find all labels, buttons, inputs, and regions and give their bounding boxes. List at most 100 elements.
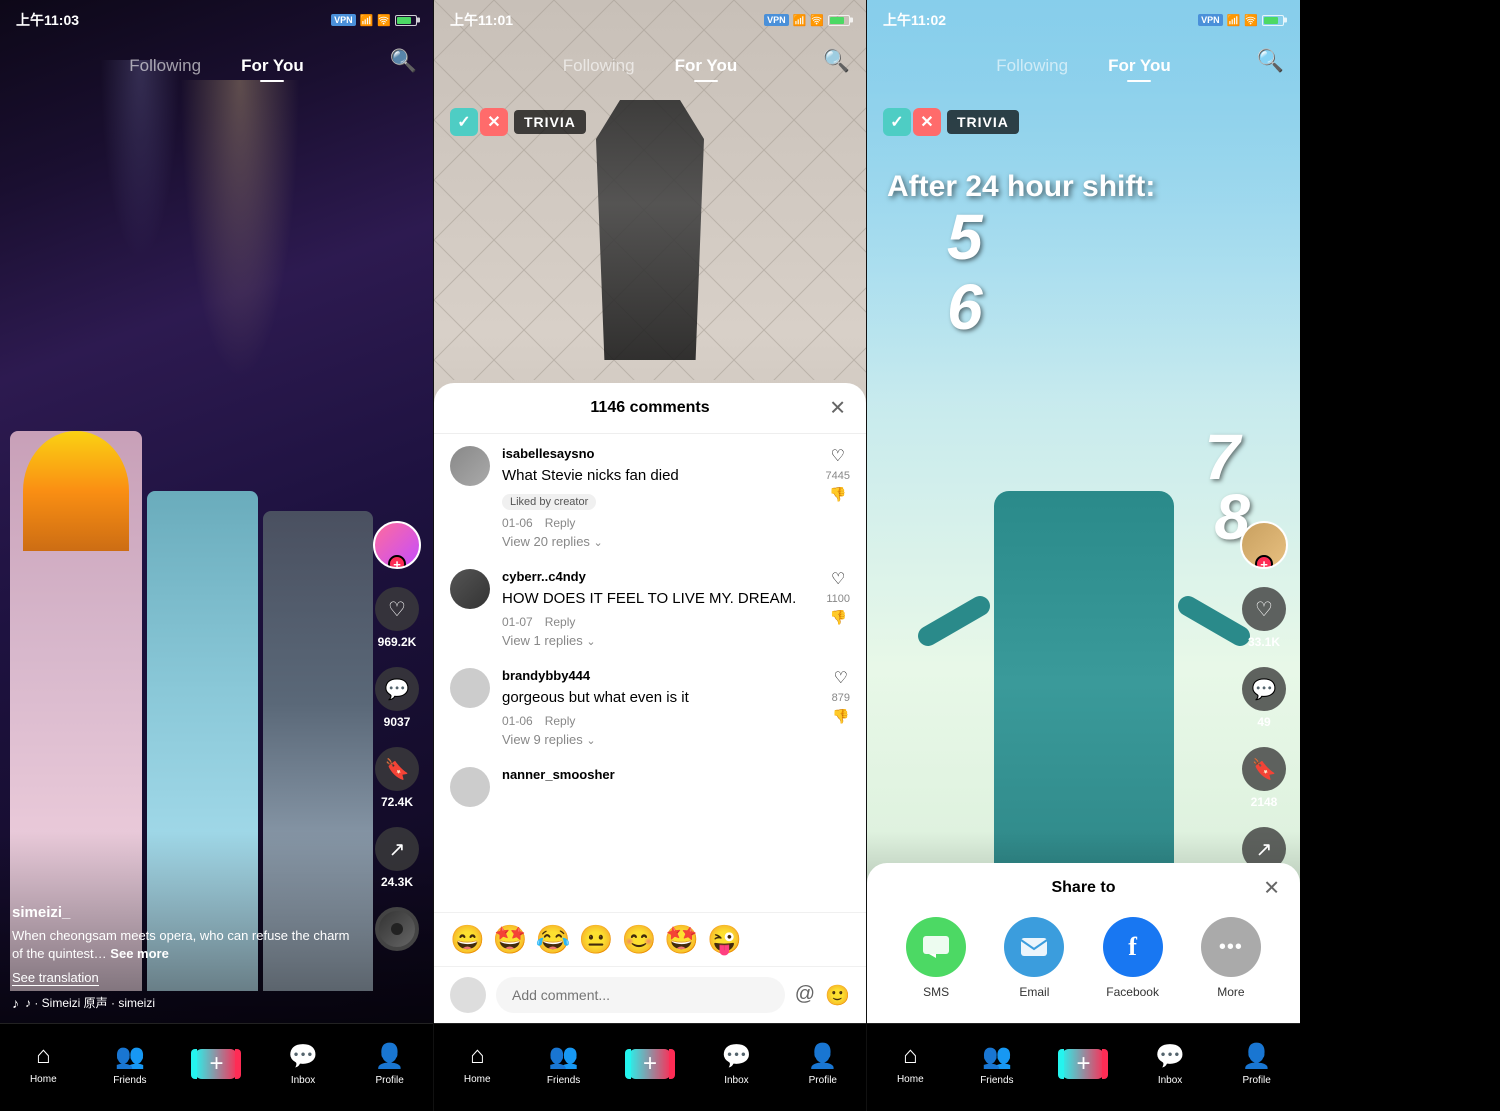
at-icon[interactable]: @ [795,983,815,1008]
action-share-1[interactable]: ↗ 24.3K [375,827,419,889]
nav-tabs-1: Following For You [0,40,433,92]
comment-username-1[interactable]: isabellesaysno [502,446,814,461]
description-1: When cheongsam meets opera, who can refu… [12,927,363,963]
see-translation-1[interactable]: See translation [12,970,99,986]
comment-text-3: gorgeous but what even is it [502,687,820,708]
comment-text-2: HOW DOES IT FEEL TO LIVE MY. DREAM. [502,588,814,609]
emoji-6[interactable]: 🤩 [664,923,699,956]
nav-home-2[interactable]: ⌂ Home [434,1042,520,1093]
plus-button-3[interactable]: + [1061,1049,1105,1079]
emoji-4[interactable]: 😐 [579,923,614,956]
search-icon-3[interactable]: 🔍 [1257,48,1284,74]
comments-close-button[interactable]: ✕ [829,396,846,421]
vpn-badge-2: VPN [764,14,789,26]
home-label-2: Home [464,1074,491,1085]
emoji-7[interactable]: 😜 [707,923,742,956]
action-comment-1[interactable]: 💬 9037 [375,667,419,729]
comment-username-2[interactable]: cyberr..c4ndy [502,569,814,584]
action-save-3[interactable]: 🔖 2148 [1242,747,1286,809]
nav-inbox-1[interactable]: 💬 Inbox [260,1042,347,1094]
action-save-1[interactable]: 🔖 72.4K [375,747,419,809]
nav-profile-3[interactable]: 👤 Profile [1213,1042,1300,1094]
plus-button-2[interactable]: + [628,1049,672,1079]
nav-inbox-2[interactable]: 💬 Inbox [693,1042,779,1094]
profile-label-3: Profile [1242,1075,1270,1086]
emoji-input-icon[interactable]: 🙂 [825,983,850,1008]
view-replies-2[interactable]: View 1 replies ⌄ [502,633,814,648]
nav-friends-1[interactable]: 👥 Friends [87,1042,174,1094]
share-more[interactable]: ••• More [1201,917,1261,999]
heart-icon-1[interactable]: ♡ [831,446,845,466]
emoji-2[interactable]: 🤩 [493,923,528,956]
emoji-3[interactable]: 😂 [536,923,571,956]
action-like-3[interactable]: ♡ 33.1K [1242,587,1286,649]
number-6: 6 [947,270,983,344]
nav-plus-3[interactable]: + [1040,1049,1127,1087]
arm-left [914,592,993,649]
action-avatar-3[interactable]: + [1240,521,1288,569]
comment-reply-3[interactable]: Reply [545,714,576,728]
nav-plus-2[interactable]: + [607,1049,693,1087]
heart-icon-2[interactable]: ♡ [831,569,845,589]
emoji-1[interactable]: 😄 [450,923,485,956]
comment-username-4[interactable]: nanner_smoosher [502,767,850,782]
emoji-5[interactable]: 😊 [622,923,657,956]
signal-icon: 📶 [360,14,374,27]
nav-profile-1[interactable]: 👤 Profile [346,1042,433,1094]
nav-friends-2[interactable]: 👥 Friends [520,1042,606,1094]
action-like-1[interactable]: ♡ 969.2K [375,587,419,649]
tab-foryou-2[interactable]: For You [655,48,758,84]
username-1[interactable]: simeizi_ [12,904,363,921]
view-replies-3[interactable]: View 9 replies ⌄ [502,732,820,747]
comments-panel: 1146 comments ✕ isabellesaysno What Stev… [434,383,866,1023]
search-icon-1[interactable]: 🔍 [390,48,417,74]
signal-icon-2: 📶 [793,14,807,27]
heart-icon-3[interactable]: ♡ [834,668,848,688]
dislike-icon-1[interactable]: 👎 [829,486,846,503]
share-facebook[interactable]: f Facebook [1103,917,1163,999]
tab-foryou-3[interactable]: For You [1088,48,1191,84]
nav-plus-1[interactable]: + [173,1049,260,1087]
inbox-label: Inbox [291,1075,315,1086]
nav-inbox-3[interactable]: 💬 Inbox [1127,1042,1214,1094]
battery-icon [395,15,417,26]
tab-following-2[interactable]: Following [543,48,655,84]
action-avatar-1[interactable]: + [373,521,421,569]
see-more-1[interactable]: See more [110,946,169,961]
comments-title: 1146 comments [590,399,709,417]
dislike-icon-2[interactable]: 👎 [829,609,846,626]
nav-profile-2[interactable]: 👤 Profile [780,1042,866,1094]
chevron-down-icon-3: ⌄ [586,735,595,747]
comment-meta-3: 01-06 Reply [502,714,820,728]
comments-list[interactable]: isabellesaysno What Stevie nicks fan die… [434,434,866,912]
action-comment-3[interactable]: 💬 49 [1242,667,1286,729]
share-sms[interactable]: SMS [906,917,966,999]
dislike-icon-3[interactable]: 👎 [832,708,849,725]
tab-foryou-1[interactable]: For You [221,48,324,84]
tab-following-3[interactable]: Following [976,48,1088,84]
comment-reply-1[interactable]: Reply [545,516,576,530]
comment-reply-2[interactable]: Reply [545,615,576,629]
tab-following-1[interactable]: Following [109,48,221,84]
comment-username-3[interactable]: brandybby444 [502,668,820,683]
search-icon-2[interactable]: 🔍 [823,48,850,74]
nav-friends-3[interactable]: 👥 Friends [954,1042,1041,1094]
chevron-down-icon-1: ⌄ [594,537,603,549]
more-icon: ••• [1201,917,1261,977]
follow-plus-3[interactable]: + [1255,555,1273,569]
share-close-button[interactable]: ✕ [1263,876,1280,901]
view-replies-1[interactable]: View 20 replies ⌄ [502,534,814,549]
nav-home-3[interactable]: ⌂ Home [867,1042,954,1093]
status-icons-3: VPN 📶 🛜 [1198,14,1284,27]
x-icon-3: ✕ [913,108,941,136]
comment-input-icons: @ 🙂 [795,983,850,1008]
status-icons-2: VPN 📶 🛜 [764,14,850,27]
plus-button[interactable]: + [194,1049,238,1079]
comment-item-2: cyberr..c4ndy HOW DOES IT FEEL TO LIVE M… [450,569,850,648]
comment-input[interactable] [496,977,785,1013]
check-icon: ✓ [450,108,478,136]
share-email[interactable]: Email [1004,917,1064,999]
follow-plus-1[interactable]: + [388,555,406,569]
nav-home-1[interactable]: ⌂ Home [0,1042,87,1093]
bottom-info-1: simeizi_ When cheongsam meets opera, who… [12,904,363,1011]
